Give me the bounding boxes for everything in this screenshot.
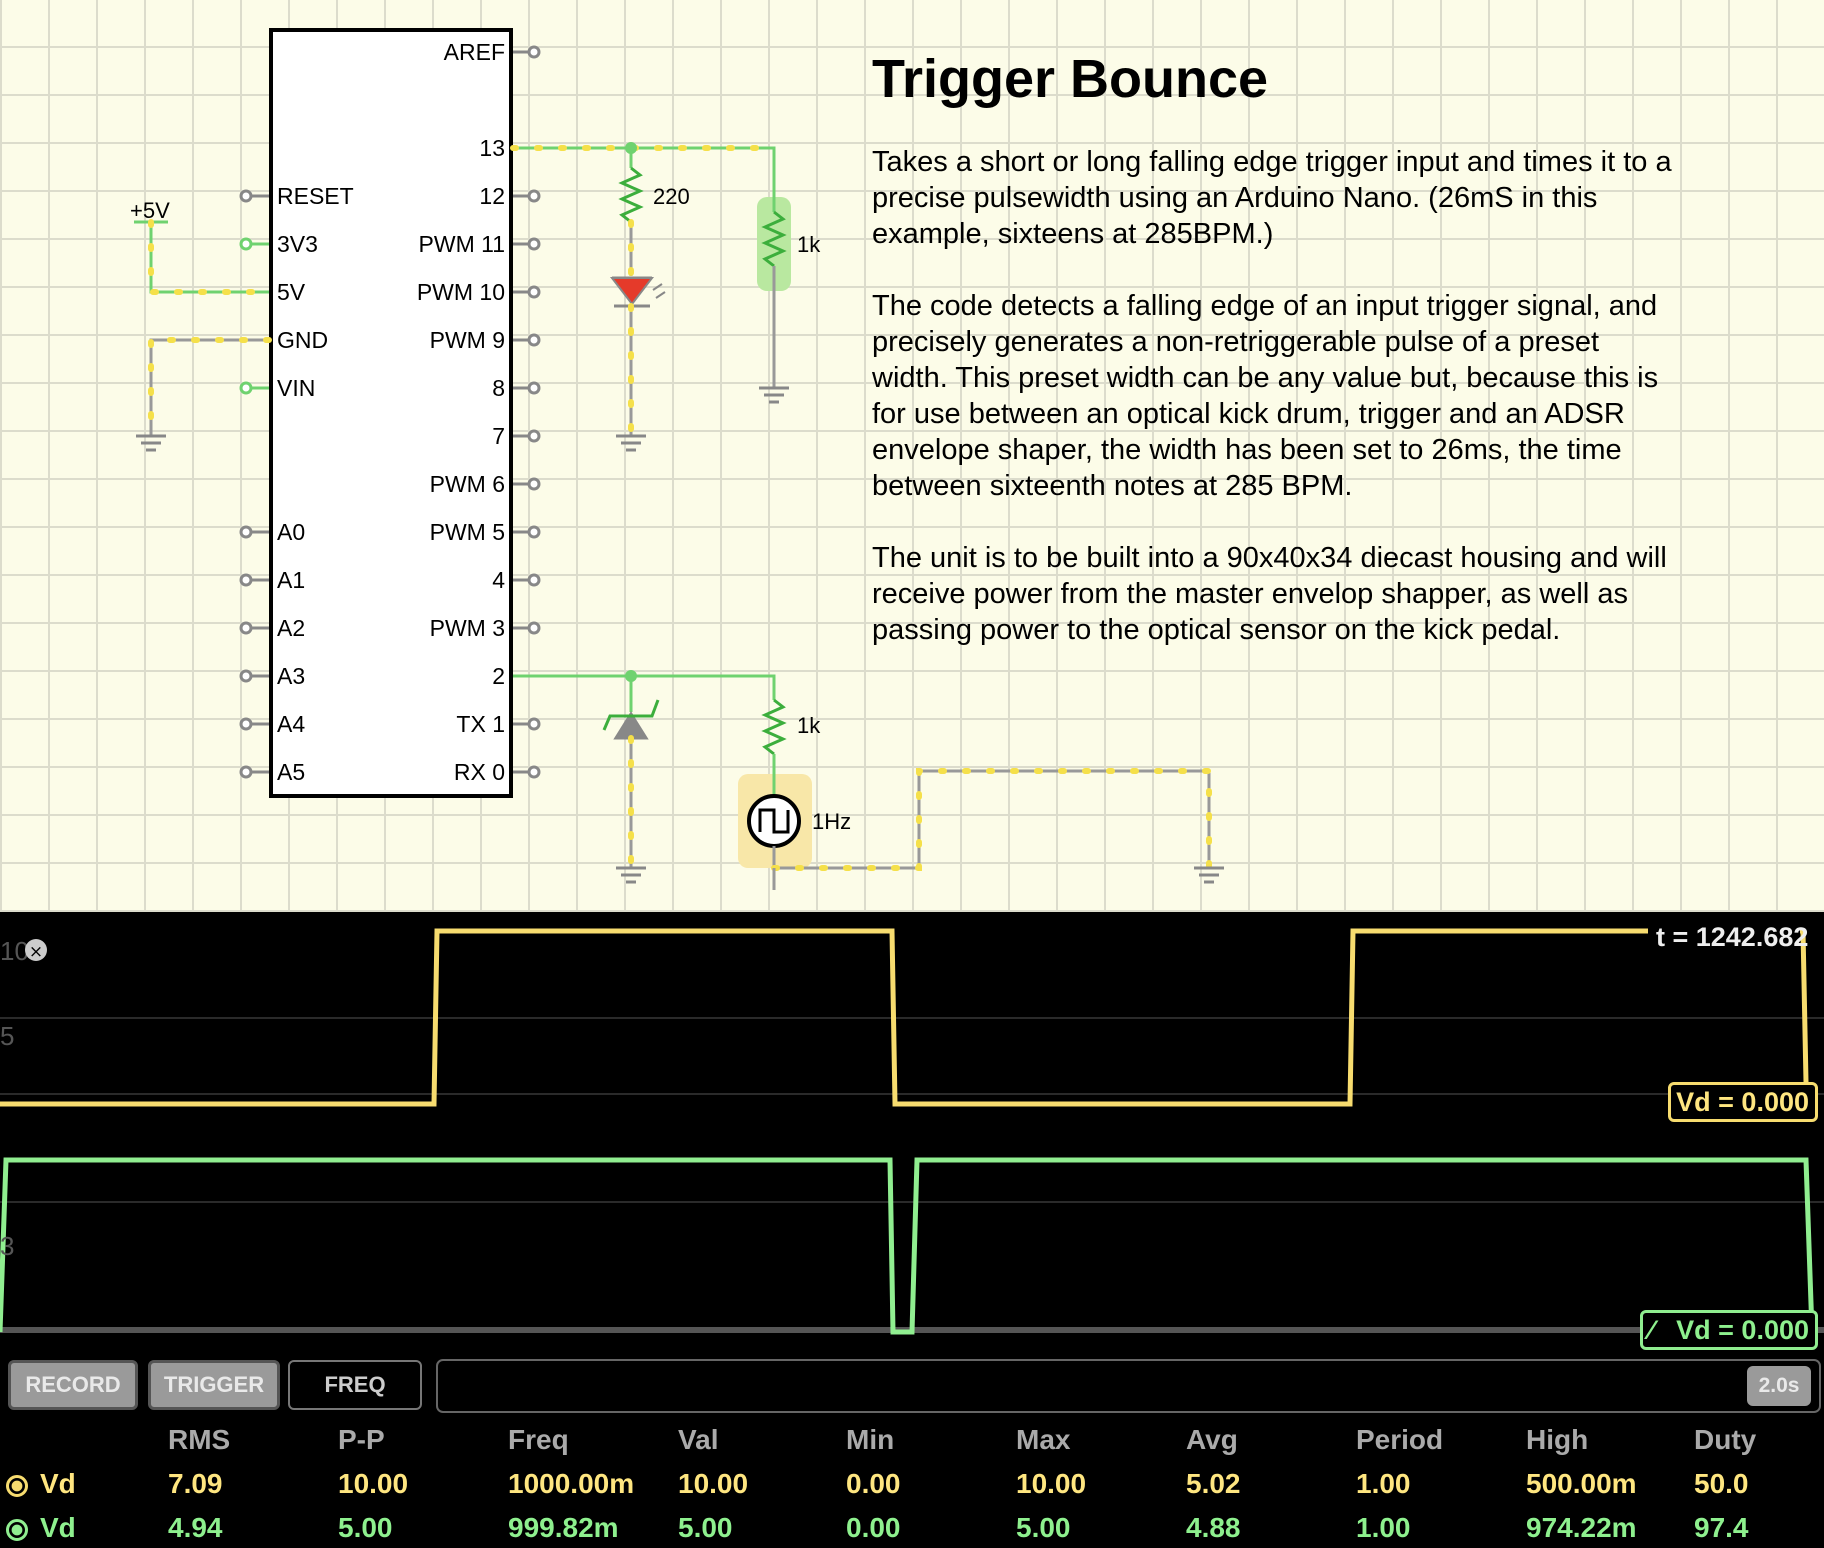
left-pin-label: 3V3 (277, 231, 318, 257)
left-pin-label: A4 (277, 711, 305, 737)
right-pin-label: PWM 3 (430, 615, 505, 641)
right-pin-label: PWM 5 (430, 519, 505, 545)
r2-label: 1k (797, 232, 821, 257)
left-pin-label: A0 (277, 519, 305, 545)
supply-wires (134, 219, 272, 452)
measurement-value: 7.09 (168, 1468, 223, 1499)
measurement-value: 974.22m (1526, 1512, 1637, 1543)
left-pin-label: A3 (277, 663, 305, 689)
measurement-value: 5.02 (1186, 1468, 1241, 1499)
measurement-value: 5.00 (678, 1512, 733, 1543)
right-pin-label: 4 (492, 567, 505, 593)
measurement-value: 0.00 (846, 1468, 901, 1499)
source-label: 1Hz (812, 809, 851, 834)
probe1-readout[interactable]: Vd = 0.000 (1668, 1082, 1818, 1122)
measurement-header: Avg (1186, 1424, 1238, 1455)
left-pin-label: GND (277, 327, 328, 353)
freq-button[interactable]: FREQ (288, 1360, 422, 1410)
left-pin-label: RESET (277, 183, 354, 209)
measurement-header: Freq (508, 1424, 569, 1455)
left-pin-stubs (239, 189, 269, 779)
measurement-header: High (1526, 1424, 1589, 1455)
measurement-value: 10.00 (1016, 1468, 1087, 1499)
supply-label: +5V (130, 198, 170, 223)
probe1-readout-text: Vd = 0.000 (1676, 1086, 1809, 1117)
time-readout: t = 1242.682 (1656, 922, 1809, 952)
measurement-value: 97.4 (1694, 1512, 1749, 1543)
close-icon-glyph: × (29, 942, 43, 962)
app-root: RESET 3V3 5V GND VIN A0 A1 A2 A3 A4 A5 AREF 13 12 PWM… (0, 0, 1824, 1548)
measurement-header: Min (846, 1424, 895, 1455)
right-pin-label: PWM 11 (419, 231, 505, 257)
right-pin-label: RX 0 (454, 759, 505, 785)
right-pin-stubs (513, 45, 541, 779)
measurement-value: 50.0 (1694, 1468, 1749, 1499)
axis-label-3: 3 (0, 1231, 14, 1261)
measurement-value: 5.00 (338, 1512, 393, 1543)
r3-label: 1k (797, 713, 821, 738)
probe2-readout-text: Vd = 0.000 (1676, 1314, 1809, 1345)
axis-label-10: 10 (0, 936, 29, 966)
right-pin-label: 7 (492, 423, 505, 449)
measurement-value: 10.00 (678, 1468, 749, 1499)
probe-indicator-icon[interactable] (6, 1475, 28, 1497)
probe2-trace (0, 1157, 1815, 1335)
arduino-nano[interactable] (269, 28, 513, 798)
measurement-value: 999.82m (508, 1512, 619, 1543)
right-pin-label: 2 (492, 663, 505, 689)
measurement-header: Val (678, 1424, 719, 1455)
measurement-header: P-P (338, 1424, 385, 1455)
measurement-value: 5.00 (1016, 1512, 1071, 1543)
right-pin-label: 13 (479, 135, 505, 161)
left-pin-label: A1 (277, 567, 305, 593)
measurement-value: 1000.00m (508, 1468, 635, 1499)
measurement-value: 1.00 (1356, 1512, 1411, 1543)
right-pin-label: 12 (479, 183, 505, 209)
measurement-header: Duty (1694, 1424, 1757, 1455)
description-paragraph-3: The unit is to be built into a 90x40x34 … (872, 542, 1667, 646)
timebase-button[interactable]: 2.0s (1747, 1366, 1811, 1406)
right-pin-label: PWM 10 (417, 279, 505, 305)
pin13-net (510, 142, 791, 452)
probe1-trace-tail (1800, 928, 1809, 1083)
right-pin-label: PWM 6 (430, 471, 505, 497)
left-pin-label: A5 (277, 759, 305, 785)
measurement-header: Max (1016, 1424, 1071, 1455)
pin2-net (513, 670, 1224, 890)
measurement-value: 10.00 (338, 1468, 409, 1499)
timebase-bar[interactable] (436, 1359, 1821, 1413)
left-pin-label: 5V (277, 279, 306, 305)
right-pin-label: AREF (444, 39, 505, 65)
measurement-header: Period (1356, 1424, 1444, 1455)
trigger-button[interactable]: TRIGGER (148, 1360, 280, 1410)
probe2-readout[interactable]: ⁄ Vd = 0.000 (1640, 1310, 1818, 1350)
right-pin-label: TX 1 (456, 711, 505, 737)
left-pin-label: VIN (277, 375, 315, 401)
measurement-value: 0.00 (846, 1512, 901, 1543)
description-paragraph-2: The code detects a falling edge of an in… (872, 290, 1659, 502)
measurement-header: RMS (168, 1424, 231, 1455)
measurement-value: 4.94 (168, 1512, 223, 1543)
probe-name[interactable]: Vd (40, 1468, 76, 1500)
measurement-value: 4.88 (1186, 1512, 1241, 1543)
measurement-value: 500.00m (1526, 1468, 1637, 1499)
r1-label: 220 (653, 184, 690, 209)
left-pin-label: A2 (277, 615, 305, 641)
page-title: Trigger Bounce (872, 49, 1269, 109)
record-button[interactable]: RECORD (8, 1360, 138, 1410)
trigger-slope-icon: ⁄ (1649, 1314, 1654, 1345)
right-pin-label: PWM 9 (430, 327, 505, 353)
probe-indicator-icon[interactable] (6, 1519, 28, 1541)
probe-name[interactable]: Vd (40, 1512, 76, 1544)
right-pin-label: 8 (492, 375, 505, 401)
schematic-canvas[interactable]: RESET 3V3 5V GND VIN A0 A1 A2 A3 A4 A5 AREF 13 12 PWM… (0, 0, 1824, 912)
axis-label-5: 5 (0, 1021, 14, 1051)
measurement-value: 1.00 (1356, 1468, 1411, 1499)
description-paragraph-1: Takes a short or long falling edge trigg… (872, 146, 1672, 250)
